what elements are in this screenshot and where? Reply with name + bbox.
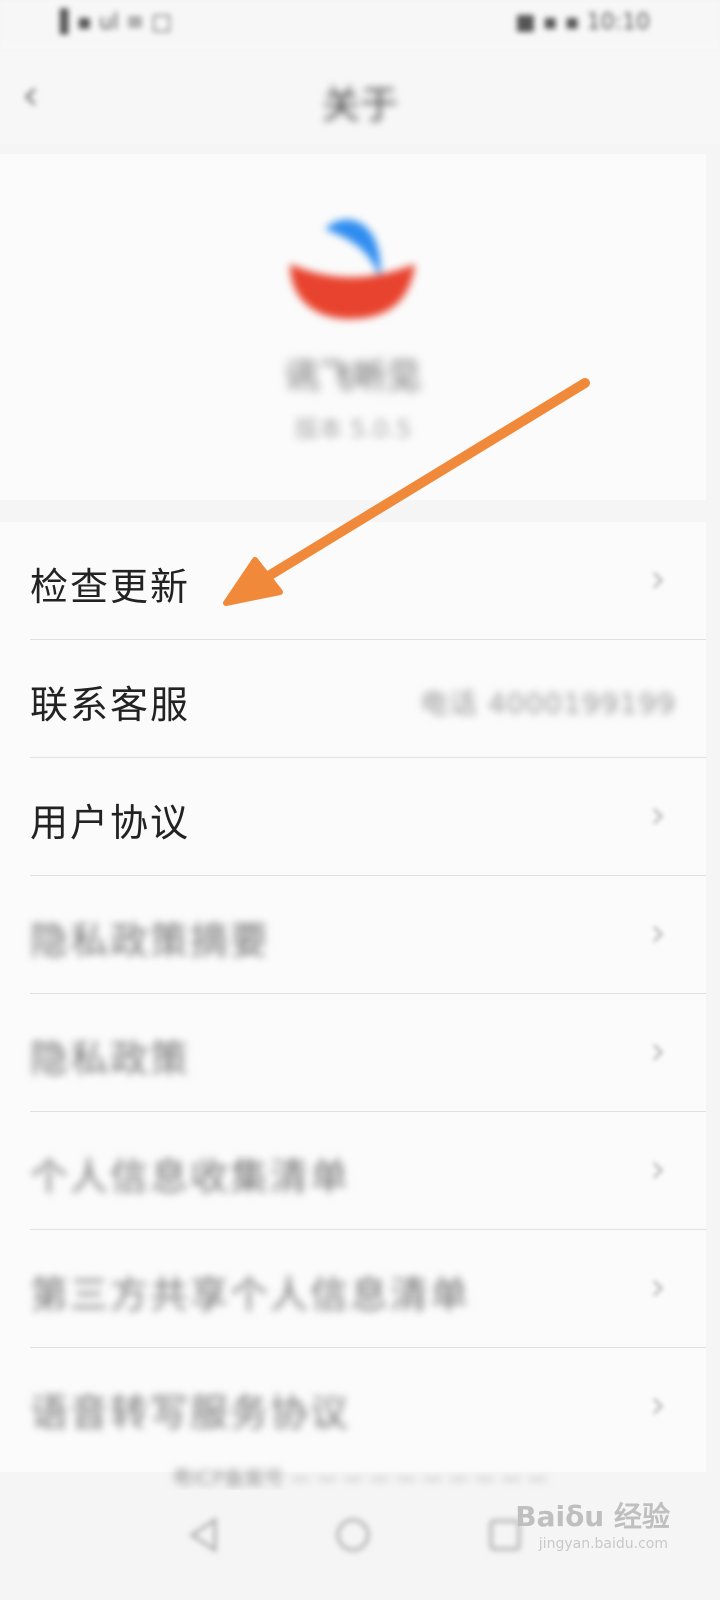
page-title: 关于 bbox=[321, 83, 398, 127]
support-phone: 电话 4000199199 bbox=[419, 687, 676, 720]
row-label: 第三方共享个人信息清单 bbox=[30, 1273, 471, 1317]
chevron-right-icon: › bbox=[650, 1264, 666, 1310]
chevron-right-icon: › bbox=[650, 1382, 666, 1428]
back-triangle-icon[interactable] bbox=[180, 1510, 230, 1560]
nav-bar: ‹ 关于 bbox=[0, 52, 720, 144]
status-battery-time: ■ ▪ ▪ 10:10 bbox=[515, 10, 650, 35]
chevron-right-icon: › bbox=[650, 1146, 666, 1192]
row-label: 隐私政策摘要 bbox=[30, 919, 271, 963]
footer-note: 粤ICP备案号 — — — — — — — — — — bbox=[172, 1466, 548, 1490]
row-label: 检查更新 bbox=[30, 565, 191, 609]
personal-info-list-row[interactable]: 个人信息收集清单 › bbox=[0, 1112, 706, 1230]
check-update-row[interactable]: 检查更新 › bbox=[0, 522, 706, 640]
chevron-right-icon: › bbox=[650, 792, 666, 838]
app-logo bbox=[290, 219, 415, 319]
row-label: 隐私政策 bbox=[30, 1037, 191, 1081]
user-agreement-row[interactable]: 用户协议 › bbox=[0, 758, 706, 876]
row-label: 个人信息收集清单 bbox=[30, 1155, 351, 1199]
settings-list: 检查更新 › 联系客服 电话 4000199199 用户协议 › 隐私政策摘要 … bbox=[0, 522, 706, 1472]
contact-support-row[interactable]: 联系客服 电话 4000199199 bbox=[0, 640, 706, 758]
status-bar: ▌▪ ul ≡ □ ■ ▪ ▪ 10:10 bbox=[0, 0, 720, 52]
status-signal-icons: ▌▪ ul ≡ □ bbox=[60, 10, 173, 35]
chevron-right-icon: › bbox=[650, 910, 666, 956]
watermark-url: jingyan.baidu.com bbox=[538, 1536, 668, 1552]
privacy-policy-row[interactable]: 隐私政策 › bbox=[0, 994, 706, 1112]
baidu-watermark: Baiδu 经验 bbox=[515, 1500, 670, 1533]
chevron-right-icon: › bbox=[650, 1028, 666, 1074]
row-label: 语音转写服务协议 bbox=[30, 1391, 351, 1435]
home-circle-icon[interactable] bbox=[328, 1510, 378, 1560]
app-info-card: 讯飞听见 版本 5.0.5 bbox=[0, 154, 706, 500]
row-label: 联系客服 bbox=[30, 683, 191, 727]
row-label: 用户协议 bbox=[30, 801, 191, 845]
privacy-summary-row[interactable]: 隐私政策摘要 › bbox=[0, 876, 706, 994]
app-name: 讯飞听见 bbox=[285, 357, 421, 397]
transcription-agreement-row[interactable]: 语音转写服务协议 › bbox=[0, 1348, 706, 1466]
third-party-sharing-row[interactable]: 第三方共享个人信息清单 › bbox=[0, 1230, 706, 1348]
app-version: 版本 5.0.5 bbox=[294, 415, 412, 443]
chevron-right-icon: › bbox=[650, 556, 666, 602]
